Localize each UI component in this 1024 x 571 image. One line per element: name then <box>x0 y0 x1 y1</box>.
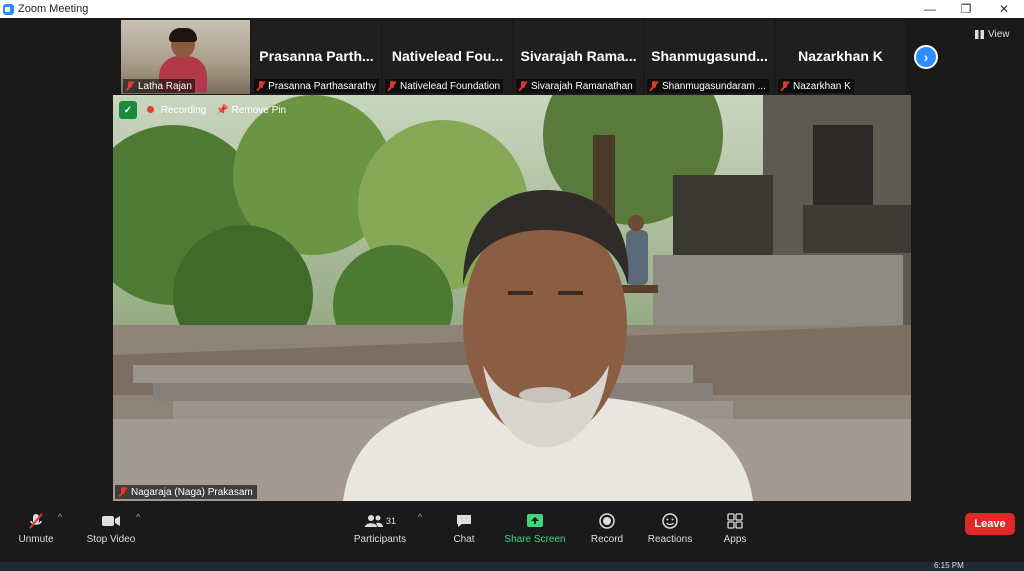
participants-count: 31 <box>385 515 396 526</box>
mic-muted-icon <box>781 81 789 91</box>
participant-big-name: Sivarajah Rama... <box>520 48 637 64</box>
participant-name-label: Latha Rajan <box>123 79 195 93</box>
grid-view-icon <box>975 29 984 39</box>
close-button[interactable]: ✕ <box>984 0 1024 18</box>
pin-icon: 📌 <box>216 104 229 116</box>
mic-muted-icon <box>27 511 45 531</box>
participant-name-label: Prasanna Parthasarathy <box>254 79 379 93</box>
participant-big-name: Shanmugasund... <box>651 48 768 64</box>
participants-icon: 31 <box>364 511 396 531</box>
participants-chevron-icon[interactable]: ^ <box>418 512 422 522</box>
participant-big-name: Prasanna Parth... <box>259 48 374 64</box>
chat-button[interactable]: Chat <box>446 502 482 553</box>
restore-button[interactable]: ❐ <box>946 0 986 18</box>
window-titlebar: Zoom Meeting — ❐ ✕ <box>0 0 1024 18</box>
audio-options-chevron-icon[interactable]: ^ <box>58 512 62 522</box>
share-screen-icon <box>526 511 544 531</box>
mic-muted-icon <box>519 81 527 91</box>
recording-indicator: Recording <box>147 105 206 116</box>
os-taskbar: 6:15 PM <box>0 561 1024 571</box>
record-button[interactable]: Record <box>588 502 626 553</box>
participant-tile[interactable]: Nativelead Fou... Nativelead Foundation <box>383 20 512 94</box>
view-button[interactable]: View <box>975 26 1019 42</box>
smiley-icon <box>661 511 679 531</box>
next-page-button[interactable]: › <box>914 45 938 69</box>
leave-button[interactable]: Leave <box>965 513 1015 535</box>
taskbar-clock: 6:15 PM <box>934 561 964 570</box>
mic-muted-icon <box>257 81 264 91</box>
speaker-name-label: Nagaraja (Naga) Prakasam <box>115 485 257 499</box>
participant-name-label: Sivarajah Ramanathan <box>516 79 636 93</box>
video-options-chevron-icon[interactable]: ^ <box>136 512 140 522</box>
camera-icon <box>101 511 121 531</box>
participant-tile[interactable]: Latha Rajan <box>121 20 250 94</box>
stop-video-button[interactable]: Stop Video <box>82 502 140 553</box>
participant-name-label: Nazarkhan K <box>778 79 854 93</box>
participant-tile[interactable]: Prasanna Parth... Prasanna Parthasarathy <box>252 20 381 94</box>
window-title: Zoom Meeting <box>18 3 89 15</box>
zoom-logo-icon <box>3 3 14 15</box>
meeting-toolbar: Unmute ^ Stop Video ^ 31 Participants ^ … <box>0 502 1024 553</box>
participant-big-name: Nativelead Fou... <box>391 48 504 64</box>
minimize-button[interactable]: — <box>910 0 950 18</box>
mic-muted-icon <box>388 81 396 91</box>
mic-muted-icon <box>126 81 134 91</box>
participant-tile[interactable]: Sivarajah Rama... Sivarajah Ramanathan <box>514 20 643 94</box>
participant-name-label: Nativelead Foundation <box>385 79 504 93</box>
participant-big-name: Nazarkhan K <box>798 48 883 64</box>
participant-name-label: Shanmugasundaram ... <box>647 79 769 93</box>
video-overlay-controls: ✓ Recording 📌 Remove Pin <box>119 101 286 119</box>
remove-pin-button[interactable]: 📌 Remove Pin <box>216 105 286 116</box>
recording-dot-icon <box>147 105 154 113</box>
apps-icon <box>727 511 743 531</box>
speaker-video-frame <box>113 95 911 501</box>
chat-icon <box>455 511 473 531</box>
record-icon <box>598 511 616 531</box>
mic-muted-icon <box>119 487 127 497</box>
apps-button[interactable]: Apps <box>718 502 752 553</box>
unmute-button[interactable]: Unmute <box>14 502 58 553</box>
chevron-right-icon: › <box>923 49 929 65</box>
mic-muted-icon <box>650 81 658 91</box>
participant-strip: Latha Rajan Prasanna Parth... Prasanna P… <box>121 20 907 94</box>
participant-tile[interactable]: Nazarkhan K Nazarkhan K <box>776 20 905 94</box>
participant-tile[interactable]: Shanmugasund... Shanmugasundaram ... <box>645 20 774 94</box>
participants-button[interactable]: 31 Participants <box>350 502 410 553</box>
security-shield-icon[interactable]: ✓ <box>119 101 137 119</box>
reactions-button[interactable]: Reactions <box>646 502 694 553</box>
meeting-stage: Latha Rajan Prasanna Parth... Prasanna P… <box>0 18 1024 571</box>
share-screen-button[interactable]: Share Screen <box>504 502 566 553</box>
active-speaker-video: ✓ Recording 📌 Remove Pin Nagaraja (Naga)… <box>113 95 911 501</box>
